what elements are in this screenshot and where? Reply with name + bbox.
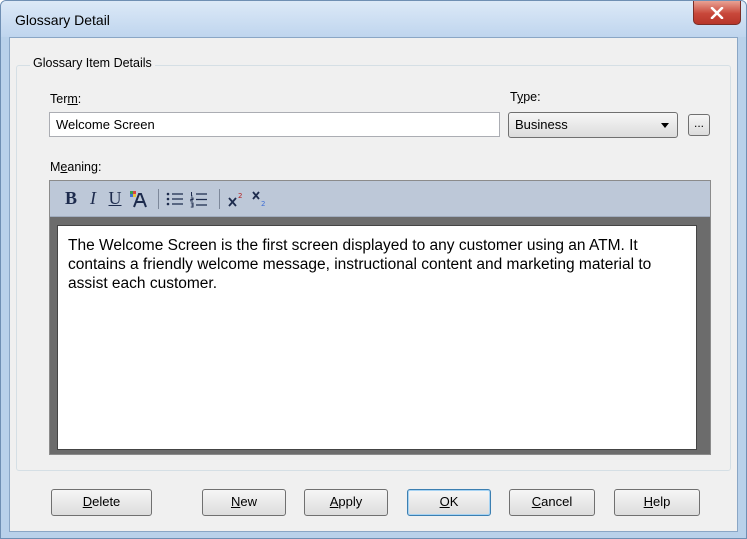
dialog-client-area: Glossary Item Details Term: Type: Busine…	[9, 37, 738, 532]
italic-button[interactable]: I	[84, 187, 102, 211]
formatting-toolbar: B I U 2 2	[50, 181, 710, 217]
close-icon	[710, 6, 724, 19]
svg-text:2: 2	[238, 192, 242, 200]
new-button[interactable]: New	[202, 489, 286, 516]
type-selected-value: Business	[515, 117, 568, 132]
bullet-list-button[interactable]	[165, 187, 185, 211]
help-button[interactable]: Help	[614, 489, 700, 516]
ok-button[interactable]: OK	[407, 489, 491, 516]
underline-button[interactable]: U	[106, 187, 124, 211]
meaning-label: Meaning:	[50, 160, 102, 174]
close-button[interactable]	[693, 1, 741, 25]
group-legend: Glossary Item Details	[30, 56, 155, 70]
term-input[interactable]	[49, 112, 500, 137]
cancel-button[interactable]: Cancel	[509, 489, 595, 516]
dropdown-arrow-icon	[661, 123, 669, 128]
bold-button[interactable]: B	[62, 187, 80, 211]
term-label: Term:	[50, 92, 82, 106]
title-bar[interactable]: Glossary Detail	[1, 1, 746, 37]
numbered-list-button[interactable]	[189, 187, 209, 211]
delete-button[interactable]: Delete	[51, 489, 152, 516]
superscript-button[interactable]: 2	[226, 187, 246, 211]
subscript-icon: 2	[252, 190, 265, 208]
meaning-editor: B I U 2 2 The Welcome Screen is the firs…	[49, 180, 711, 455]
subscript-button[interactable]: 2	[250, 187, 270, 211]
font-color-icon	[130, 190, 147, 207]
svg-text:2: 2	[261, 200, 265, 208]
type-label: Type:	[510, 90, 541, 104]
toolbar-separator	[158, 188, 159, 209]
type-select[interactable]: Business	[508, 112, 678, 138]
meaning-text-area[interactable]: The Welcome Screen is the first screen d…	[57, 225, 697, 450]
numbered-list-icon	[190, 191, 207, 207]
glossary-detail-window: Glossary Detail Glossary Item Details Te…	[0, 0, 747, 539]
apply-button[interactable]: Apply	[304, 489, 388, 516]
window-title: Glossary Detail	[15, 12, 110, 28]
type-browse-button[interactable]: ...	[688, 114, 710, 136]
toolbar-separator	[219, 188, 220, 209]
bullet-list-icon	[166, 192, 183, 205]
superscript-icon: 2	[228, 192, 242, 207]
font-color-button[interactable]	[128, 187, 148, 211]
